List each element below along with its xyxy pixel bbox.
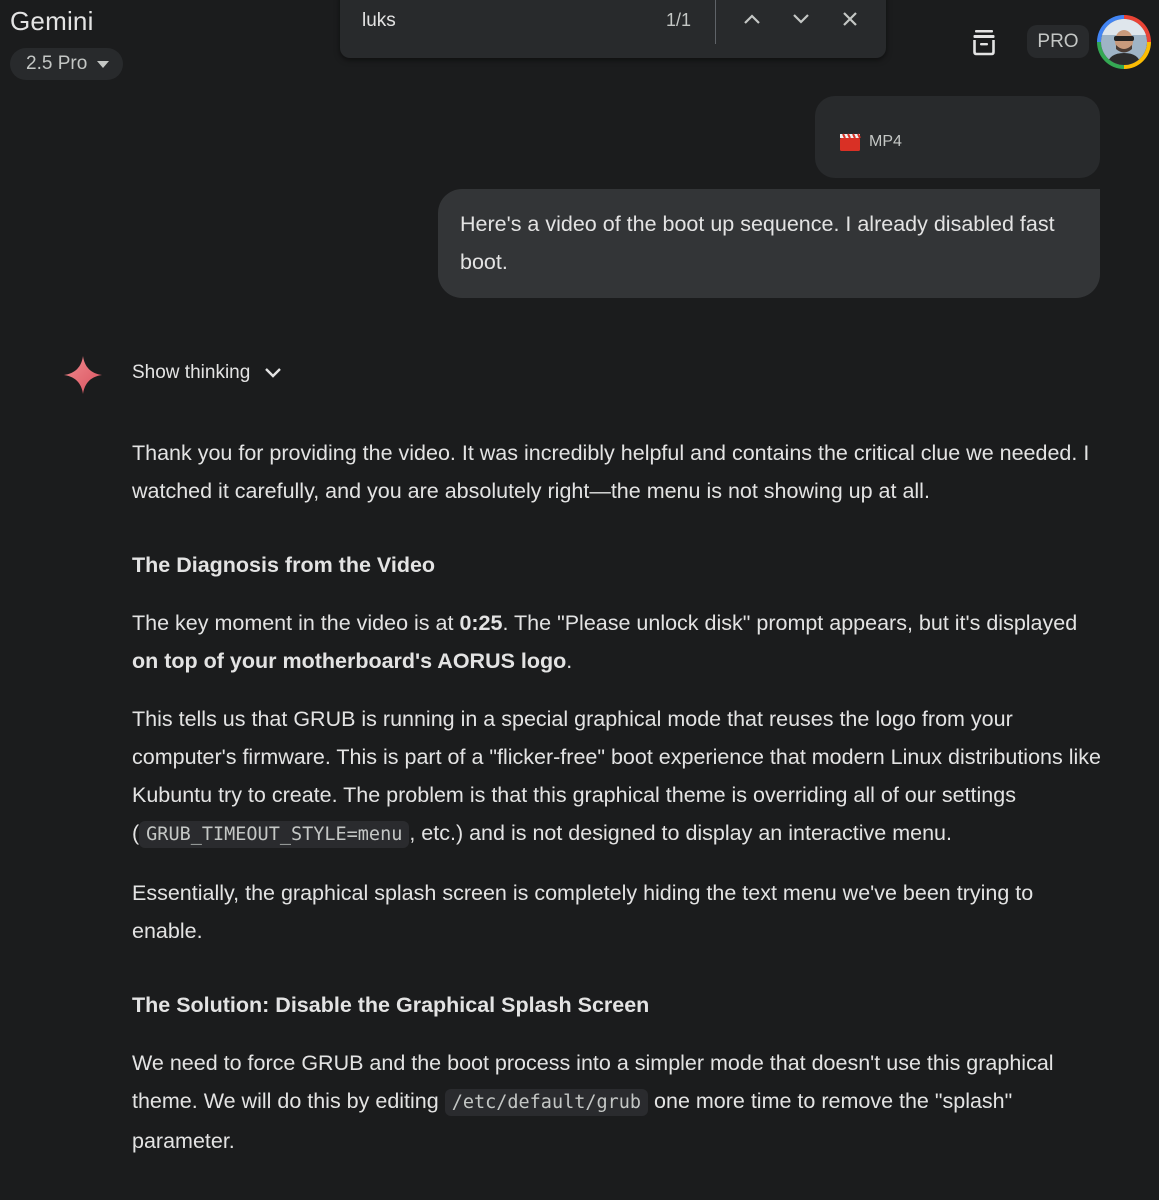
- response-paragraph: Thank you for providing the video. It wa…: [132, 441, 1090, 503]
- inline-code: /etc/default/grub: [444, 1089, 649, 1116]
- response-paragraph: Essentially, the graphical splash screen…: [132, 881, 1034, 943]
- text-run: The key moment in the video is at: [132, 611, 460, 635]
- response-heading: The Diagnosis from the Video: [132, 553, 436, 577]
- app-title: Gemini: [10, 6, 94, 36]
- attachment-label: MP4: [869, 133, 902, 150]
- text-run: . The "Please unlock disk" prompt appear…: [502, 611, 1078, 635]
- caret-down-icon: [97, 60, 110, 68]
- gemini-spark-icon: [62, 354, 104, 396]
- show-thinking-label: Show thinking: [132, 362, 251, 383]
- close-icon: [843, 12, 857, 26]
- archive-icon: [973, 30, 995, 56]
- next-match-button[interactable]: [788, 6, 814, 32]
- find-bar: luks 1/1: [340, 0, 886, 58]
- response-heading: The Solution: Disable the Graphical Spla…: [132, 993, 650, 1017]
- response-paragraph: The key moment in the video is at 0:25. …: [132, 604, 1102, 680]
- chevron-down-icon: [793, 14, 809, 24]
- find-match-count: 1/1: [666, 10, 692, 30]
- model-response: Thank you for providing the video. It wa…: [132, 434, 1102, 1160]
- model-selector[interactable]: 2.5 Pro: [10, 48, 124, 80]
- bold-text: 0:25: [459, 611, 503, 635]
- find-bar-divider: [715, 0, 716, 44]
- user-photo-icon: [1101, 19, 1147, 65]
- text-run: .: [566, 649, 573, 673]
- response-paragraph: This tells us that GRUB is running in a …: [132, 700, 1102, 854]
- avatar[interactable]: [1097, 15, 1151, 69]
- previous-match-button[interactable]: [739, 6, 765, 32]
- temporary-chat-button[interactable]: [969, 27, 999, 57]
- find-query-input[interactable]: luks: [362, 10, 396, 32]
- clapper-board-icon: [840, 133, 861, 151]
- close-find-button[interactable]: [837, 6, 863, 32]
- chevron-down-icon: [265, 368, 282, 378]
- chevron-up-icon: [744, 14, 760, 24]
- attachment-card[interactable]: MP4: [815, 96, 1100, 178]
- text-run: , etc.) and is not designed to display a…: [409, 821, 952, 845]
- show-thinking-toggle[interactable]: Show thinking: [132, 362, 282, 384]
- inline-code: GRUB_TIMEOUT_STYLE=menu: [139, 821, 410, 848]
- model-label: 2.5 Pro: [26, 53, 88, 74]
- bold-text: on top of your motherboard's AORUS logo: [132, 649, 567, 673]
- response-paragraph: We need to force GRUB and the boot proce…: [132, 1044, 1102, 1160]
- user-message: Here's a video of the boot up sequence. …: [438, 189, 1100, 298]
- pro-badge[interactable]: PRO: [1027, 25, 1089, 58]
